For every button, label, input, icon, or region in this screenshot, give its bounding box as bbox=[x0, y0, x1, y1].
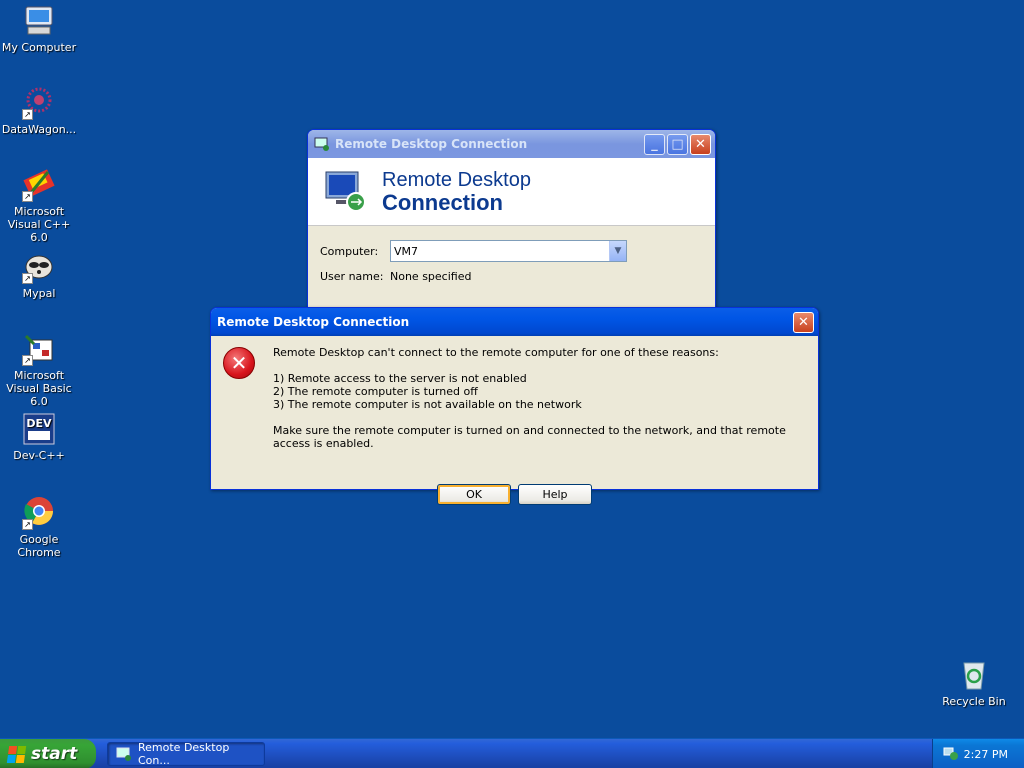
shortcut-arrow-icon: ↗ bbox=[22, 191, 33, 202]
computer-label: Computer: bbox=[320, 244, 379, 258]
rdc-banner: Remote Desktop Connection bbox=[308, 158, 715, 226]
desktop-icon-label: Google Chrome bbox=[17, 533, 61, 559]
desktop-icon-visual-cpp[interactable]: ↗ Microsoft Visual C++ 6.0 bbox=[0, 168, 79, 244]
rdc-form: Computer: VM7 ▼ User name: None specifie… bbox=[308, 226, 715, 305]
close-icon: ✕ bbox=[798, 314, 809, 330]
taskbar: start Remote Desktop Con... 2:27 PM bbox=[0, 738, 1024, 768]
error-dialog: Remote Desktop Connection ✕ ✕ Remote Des… bbox=[210, 307, 819, 505]
error-intro: Remote Desktop can't connect to the remo… bbox=[273, 346, 719, 359]
desktop-icon-label: Microsoft Visual C++ 6.0 bbox=[7, 205, 71, 244]
shortcut-arrow-icon: ↗ bbox=[22, 355, 33, 366]
reason-item: 2) The remote computer is turned off bbox=[273, 385, 478, 398]
rdc-titlebar[interactable]: Remote Desktop Connection _ □ ✕ bbox=[308, 130, 715, 158]
rdc-window-title: Remote Desktop Connection bbox=[335, 137, 528, 151]
remote-desktop-monitor-icon bbox=[322, 166, 370, 217]
close-icon: ✕ bbox=[695, 136, 706, 152]
error-message: Remote Desktop can't connect to the remo… bbox=[273, 346, 818, 450]
recycle-bin-icon bbox=[957, 658, 991, 692]
username-label: User name: bbox=[320, 270, 384, 283]
mypal-icon: ↗ bbox=[22, 250, 56, 284]
reason-item: 3) The remote computer is not available … bbox=[273, 398, 582, 411]
desktop-icon-label: DataWagon... bbox=[1, 123, 77, 136]
taskbar-item-remote-desktop[interactable]: Remote Desktop Con... bbox=[107, 741, 265, 767]
banner-title-line1: Remote Desktop bbox=[382, 168, 531, 191]
desktop-icon-label: My Computer bbox=[1, 41, 77, 54]
windows-flag-icon bbox=[6, 745, 27, 763]
error-dialog-body: ✕ Remote Desktop can't connect to the re… bbox=[211, 336, 818, 505]
desktop-icon-my-computer[interactable]: My Computer bbox=[0, 4, 79, 54]
desktop-icon-mypal[interactable]: ↗ Mypal bbox=[0, 250, 79, 300]
error-dialog-title: Remote Desktop Connection bbox=[217, 315, 410, 329]
start-button[interactable]: start bbox=[0, 739, 96, 768]
svg-text:DEV: DEV bbox=[26, 417, 52, 430]
shortcut-arrow-icon: ↗ bbox=[22, 519, 33, 530]
my-computer-icon bbox=[22, 4, 56, 38]
rdc-window-icon bbox=[314, 136, 330, 152]
maximize-button[interactable]: □ bbox=[667, 133, 688, 155]
rdc-main-window: Remote Desktop Connection _ □ ✕ Remote D… bbox=[307, 129, 716, 311]
desktop-icon-datawagon[interactable]: ↗ DataWagon... bbox=[0, 86, 79, 136]
maximize-icon: □ bbox=[671, 136, 684, 152]
dev-cpp-icon: DEV bbox=[22, 412, 56, 446]
ok-button[interactable]: OK bbox=[437, 484, 511, 505]
reason-item: 1) Remote access to the server is not en… bbox=[273, 372, 527, 385]
task-label: Remote Desktop Con... bbox=[138, 741, 230, 767]
computer-value: VM7 bbox=[394, 244, 419, 258]
visual-cpp-icon: ↗ bbox=[22, 168, 56, 202]
error-icon: ✕ bbox=[223, 347, 255, 379]
help-button[interactable]: Help bbox=[518, 484, 592, 505]
error-dialog-titlebar[interactable]: Remote Desktop Connection ✕ bbox=[211, 308, 818, 336]
chrome-icon: ↗ bbox=[22, 496, 56, 530]
desktop-icon-label: Recycle Bin bbox=[942, 695, 1006, 708]
minimize-button[interactable]: _ bbox=[644, 133, 665, 155]
error-advice: Make sure the remote computer is turned … bbox=[273, 424, 786, 450]
computer-combobox[interactable]: VM7 ▼ bbox=[390, 240, 627, 262]
desktop-icon-dev-cpp[interactable]: DEV Dev-C++ bbox=[0, 412, 79, 462]
datawagon-icon: ↗ bbox=[22, 86, 56, 120]
desktop-icon-recycle-bin[interactable]: Recycle Bin bbox=[934, 658, 1014, 708]
desktop-icon-label: Dev-C++ bbox=[13, 449, 65, 462]
visual-basic-icon: ↗ bbox=[22, 332, 56, 366]
start-label: start bbox=[31, 744, 78, 764]
desktop-icon-chrome[interactable]: ↗ Google Chrome bbox=[0, 496, 79, 559]
chevron-down-icon[interactable]: ▼ bbox=[609, 241, 626, 261]
banner-title-line2: Connection bbox=[382, 189, 503, 215]
shortcut-arrow-icon: ↗ bbox=[22, 109, 33, 120]
rdc-task-icon bbox=[116, 746, 132, 762]
desktop-icon-visual-basic[interactable]: ↗ Microsoft Visual Basic 6.0 bbox=[0, 332, 79, 408]
username-value: None specified bbox=[390, 270, 472, 283]
desktop-icon-label: Microsoft Visual Basic 6.0 bbox=[6, 369, 72, 408]
shortcut-arrow-icon: ↗ bbox=[22, 273, 33, 284]
system-tray: 2:27 PM bbox=[932, 739, 1024, 768]
clock[interactable]: 2:27 PM bbox=[964, 748, 1008, 761]
dialog-close-button[interactable]: ✕ bbox=[793, 311, 814, 333]
desktop-icon-label: Mypal bbox=[22, 287, 56, 300]
close-button[interactable]: ✕ bbox=[690, 133, 711, 155]
network-icon[interactable] bbox=[943, 745, 959, 764]
minimize-icon: _ bbox=[651, 136, 658, 152]
